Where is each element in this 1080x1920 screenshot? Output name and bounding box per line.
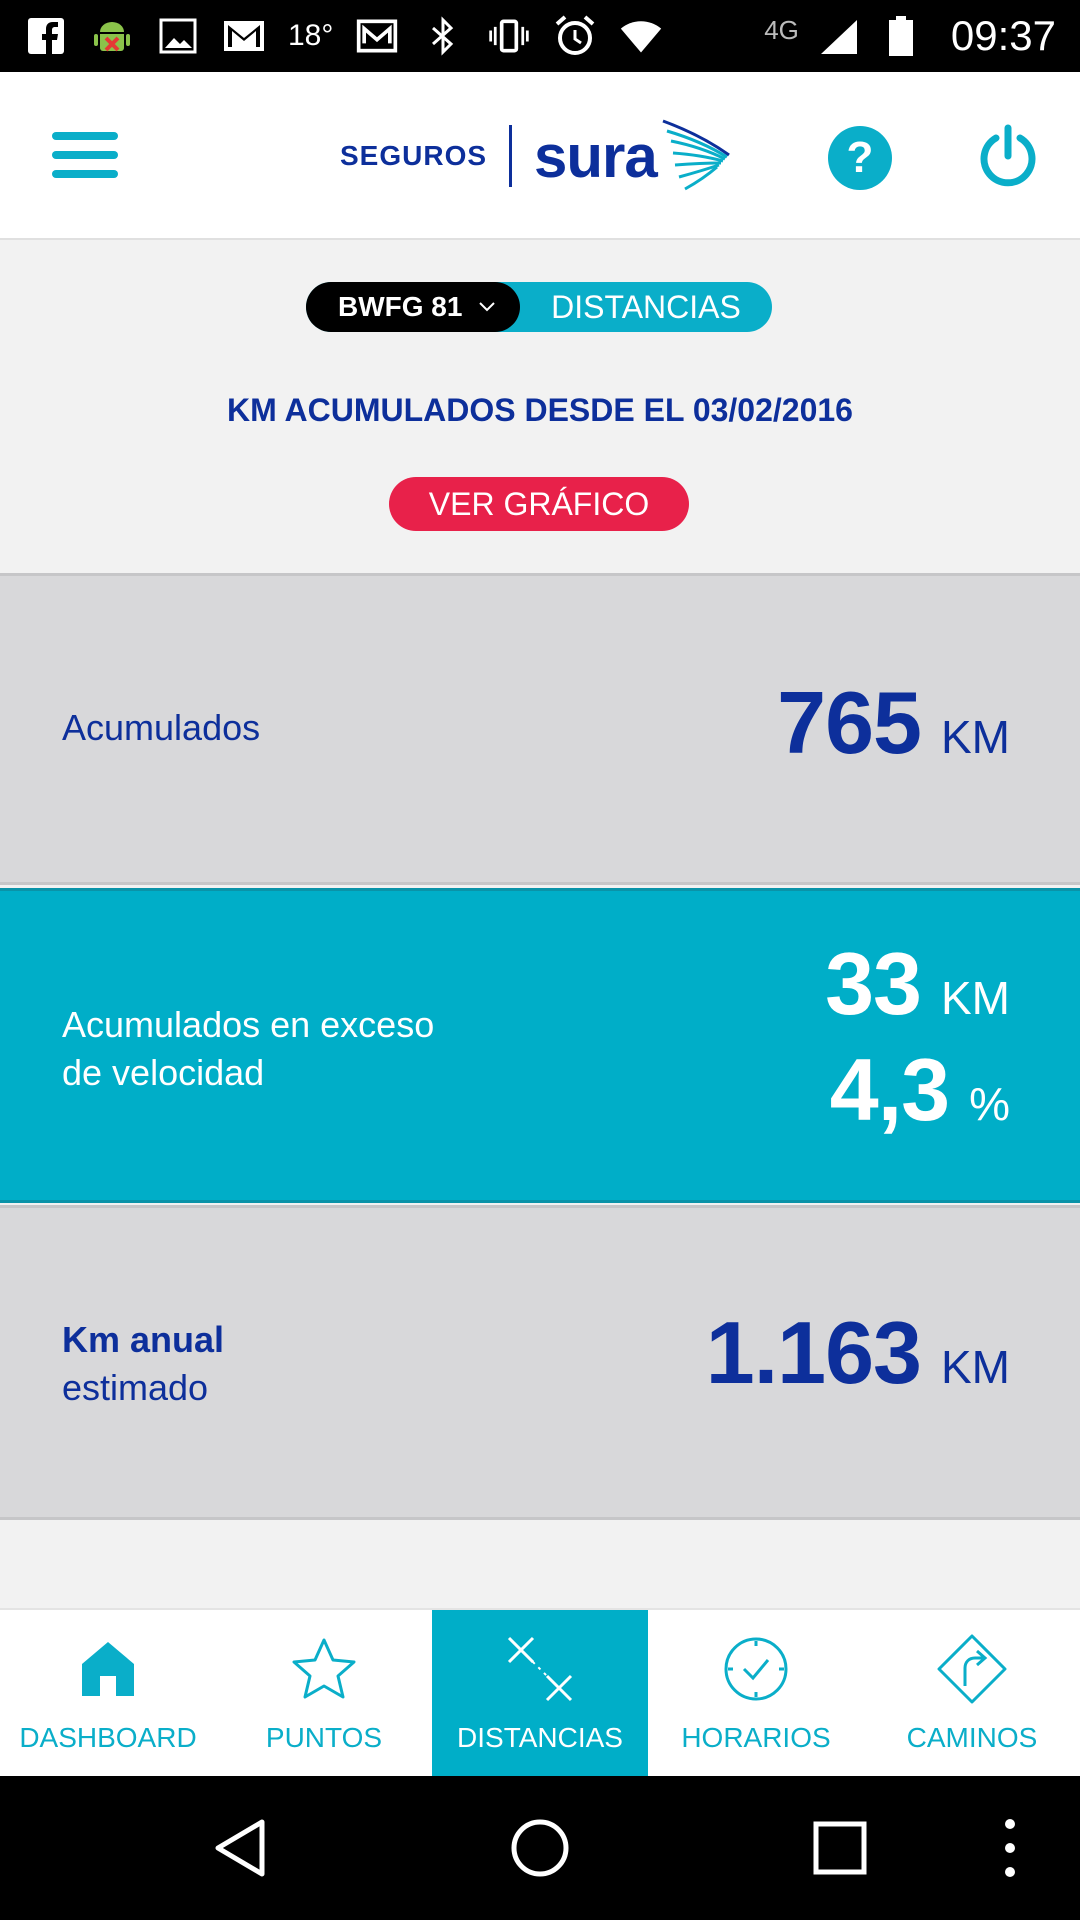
menu-icon (52, 132, 118, 140)
more-vertical-icon (1005, 1819, 1015, 1877)
annual-label: Km anual estimado (62, 1316, 224, 1412)
speeding-label: Acumulados en exceso de velocidad (62, 1001, 434, 1097)
recents-button[interactable] (808, 1816, 872, 1880)
speeding-label-line2: de velocidad (62, 1052, 265, 1093)
speeding-percent-value: 4,3 % (830, 1039, 1010, 1141)
accumulated-since-text: KM ACUMULADOS DESDE EL 03/02/2016 (227, 392, 853, 428)
speeding-km-number: 33 (825, 934, 922, 1033)
logout-button[interactable] (978, 124, 1038, 190)
distance-icon (505, 1634, 575, 1704)
plate-text: BWFG 81 (338, 291, 463, 322)
power-icon (980, 124, 1036, 187)
temperature-text: 18° (288, 19, 334, 52)
vibrate-icon (487, 14, 531, 58)
back-button[interactable] (210, 1816, 274, 1880)
nav-distancias[interactable]: DISTANCIAS (432, 1610, 648, 1776)
vehicle-section-selector: BWFG 81 DISTANCIAS (306, 282, 772, 332)
annual-value: 1.163 KM (706, 1302, 1010, 1404)
view-graph-button[interactable]: VER GRÁFICO (389, 477, 689, 531)
annual-unit: KM (941, 1341, 1010, 1393)
home-icon (73, 1634, 143, 1704)
nav-dashboard-label: DASHBOARD (19, 1722, 197, 1753)
battery-icon (879, 14, 923, 58)
help-button[interactable]: ? (828, 126, 892, 190)
app-header: SEGUROS sura ? (0, 72, 1080, 240)
nav-puntos[interactable]: PUNTOS (216, 1610, 432, 1776)
accumulated-km-row: Acumulados 765 KM (0, 573, 1080, 885)
network-type-text: 4G (764, 14, 799, 45)
speeding-label-line1: Acumulados en exceso (62, 1004, 435, 1045)
mail-icon (355, 14, 399, 58)
speeding-km-row: Acumulados en exceso de velocidad 33 KM … (0, 888, 1080, 1203)
wifi-icon (619, 14, 663, 58)
section-title: DISTANCIAS (551, 288, 741, 325)
accumulated-value: 765 KM (777, 672, 1010, 774)
annual-label-line2: estimado (62, 1367, 209, 1408)
logo-sura-text: sura (534, 122, 658, 190)
image-notification-icon (156, 14, 200, 58)
recents-icon (813, 1821, 867, 1875)
nav-horarios[interactable]: HORARIOS (648, 1610, 864, 1776)
clock-icon (721, 1634, 791, 1704)
annual-estimate-row: Km anual estimado 1.163 KM (0, 1205, 1080, 1520)
home-circle-icon (511, 1819, 569, 1877)
menu-button[interactable] (52, 132, 118, 178)
back-icon (215, 1819, 265, 1877)
speeding-km-value: 33 KM (825, 933, 1010, 1035)
logo-divider (509, 125, 513, 187)
alarm-icon (553, 14, 597, 58)
speeding-percent-number: 4,3 (829, 1040, 950, 1139)
status-bar: 18° 4G 09:37 (0, 0, 1080, 72)
accumulated-label: Acumulados (62, 707, 261, 748)
nav-puntos-label: PUNTOS (265, 1722, 383, 1753)
facebook-notification-icon (24, 14, 68, 58)
speeding-km-unit: KM (941, 972, 1010, 1024)
star-icon (289, 1634, 359, 1704)
vehicle-plate-dropdown[interactable]: BWFG 81 (306, 282, 520, 332)
system-navigation-bar (0, 1776, 1080, 1920)
nav-caminos[interactable]: CAMINOS (864, 1610, 1080, 1776)
bluetooth-icon (421, 14, 465, 58)
logo-seguros-text: SEGUROS (340, 140, 488, 171)
annual-number: 1.163 (705, 1303, 922, 1402)
logo-wing-icon (662, 119, 730, 191)
bottom-navigation: DASHBOARD PUNTOS DISTANCIAS HORARIOS CAM… (0, 1608, 1080, 1776)
gmail-icon (222, 14, 266, 58)
nav-dashboard[interactable]: DASHBOARD (0, 1610, 216, 1776)
accumulated-number: 765 (777, 673, 922, 772)
sura-logo: SEGUROS sura (340, 119, 731, 192)
android-debug-icon (90, 14, 134, 58)
annual-label-line1: Km anual (62, 1319, 225, 1360)
speeding-percent-unit: % (969, 1078, 1010, 1130)
route-icon (937, 1634, 1007, 1704)
signal-icon (817, 14, 861, 58)
nav-distancias-label: DISTANCIAS (457, 1722, 623, 1753)
clock-text: 09:37 (950, 12, 1056, 59)
nav-horarios-label: HORARIOS (681, 1722, 831, 1753)
chevron-down-icon (479, 302, 496, 312)
home-button[interactable] (508, 1816, 572, 1880)
nav-caminos-label: CAMINOS (906, 1722, 1038, 1753)
help-icon: ? (846, 133, 874, 182)
overflow-menu-button[interactable] (990, 1816, 1030, 1880)
accumulated-unit: KM (941, 711, 1010, 763)
